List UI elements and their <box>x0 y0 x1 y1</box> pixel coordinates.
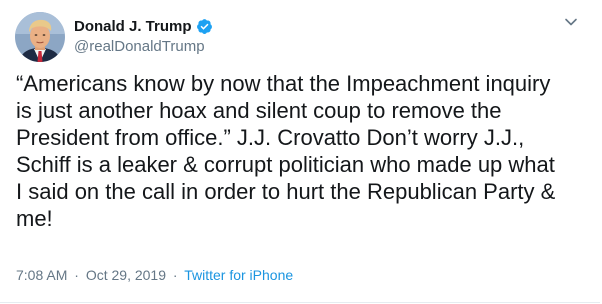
tweet-text-line: President from office.” J.J. Crovatto Do… <box>16 125 525 150</box>
tweet-text-line: is just another hoax and silent coup to … <box>16 98 502 123</box>
separator-dot: · <box>74 267 79 283</box>
separator-dot: · <box>172 267 178 283</box>
verified-badge-icon <box>196 18 213 35</box>
tweet-time[interactable]: 7:08 AM <box>16 267 67 283</box>
tweet-text-line: “Americans know by now that the Impeachm… <box>16 71 551 96</box>
chevron-down-icon[interactable] <box>564 15 578 29</box>
profile-photo-icon <box>15 12 65 62</box>
tweet-text-line: Schiff is a leaker & corrupt politician … <box>16 152 555 177</box>
tweet-source-link[interactable]: Twitter for iPhone <box>184 267 293 283</box>
name-row: Donald J. Trump <box>74 16 213 36</box>
tweet-text: “Americans know by now that the Impeachm… <box>16 70 588 232</box>
author-block: Donald J. Trump @realDonaldTrump <box>74 16 213 54</box>
avatar[interactable] <box>15 12 65 62</box>
tweet-metadata: 7:08 AM · Oct 29, 2019 · Twitter for iPh… <box>16 267 293 283</box>
user-handle[interactable]: @realDonaldTrump <box>74 39 213 54</box>
tweet-card: Donald J. Trump @realDonaldTrump “Americ… <box>0 0 600 303</box>
tweet-text-line: me! <box>16 206 53 231</box>
tweet-date[interactable]: Oct 29, 2019 <box>86 267 166 283</box>
tweet-text-line: I said on the call in order to hurt the … <box>16 179 556 204</box>
display-name[interactable]: Donald J. Trump <box>74 19 192 34</box>
